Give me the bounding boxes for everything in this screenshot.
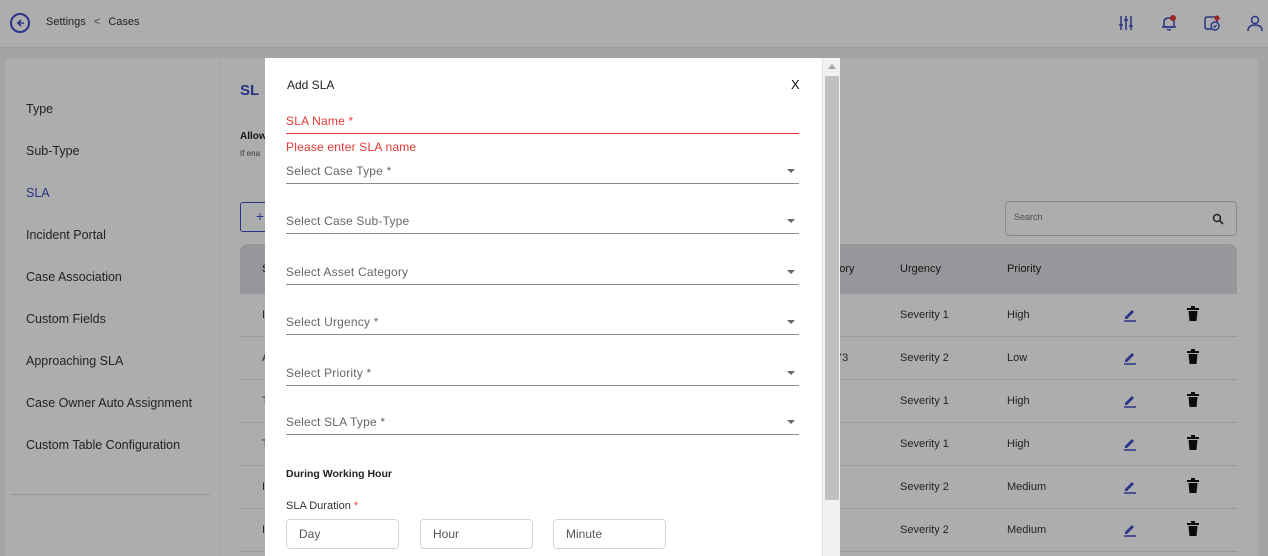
dialog-title: Add SLA	[287, 78, 335, 92]
duration-minute-input[interactable]	[554, 520, 665, 548]
sla-name-field[interactable]: SLA Name *	[286, 106, 799, 134]
duration-hour-input[interactable]	[421, 520, 532, 548]
required-mark: *	[353, 500, 359, 512]
duration-day-input[interactable]	[287, 520, 398, 548]
sla-name-label: SLA Name *	[286, 114, 354, 128]
priority-label: Select Priority *	[286, 366, 372, 380]
scrollbar-thumb[interactable]	[825, 76, 839, 500]
duration-hour-box[interactable]	[420, 519, 533, 549]
duration-minute-box[interactable]	[553, 519, 666, 549]
working-hour-section-title: During Working Hour	[286, 468, 392, 480]
sla-name-error: Please enter SLA name	[286, 140, 417, 154]
urgency-label: Select Urgency *	[286, 315, 379, 329]
chevron-down-icon[interactable]	[787, 219, 795, 223]
dialog-scrollbar[interactable]	[822, 58, 840, 556]
case-type-label: Select Case Type *	[286, 164, 392, 178]
chevron-down-icon[interactable]	[787, 270, 795, 274]
chevron-down-icon[interactable]	[787, 320, 795, 324]
chevron-down-icon[interactable]	[787, 169, 795, 173]
duration-day-box[interactable]	[286, 519, 399, 549]
sla-duration-label-text: SLA Duration	[286, 500, 351, 512]
chevron-down-icon[interactable]	[787, 371, 795, 375]
asset-category-select[interactable]: Select Asset Category	[286, 257, 799, 285]
close-button[interactable]: X	[791, 77, 800, 92]
sla-type-label: Select SLA Type *	[286, 415, 386, 429]
case-sub-type-label: Select Case Sub-Type	[286, 214, 410, 228]
case-type-select[interactable]: Select Case Type *	[286, 156, 799, 184]
sla-type-select[interactable]: Select SLA Type *	[286, 407, 799, 435]
case-sub-type-select[interactable]: Select Case Sub-Type	[286, 206, 799, 234]
sla-duration-label: SLA Duration *	[286, 500, 358, 512]
urgency-select[interactable]: Select Urgency *	[286, 307, 799, 335]
scroll-up-arrow-icon[interactable]	[828, 64, 836, 69]
priority-select[interactable]: Select Priority *	[286, 358, 799, 386]
chevron-down-icon[interactable]	[787, 420, 795, 424]
add-sla-dialog: Add SLA X SLA Name * Please enter SLA na…	[265, 58, 840, 556]
asset-category-label: Select Asset Category	[286, 265, 409, 279]
